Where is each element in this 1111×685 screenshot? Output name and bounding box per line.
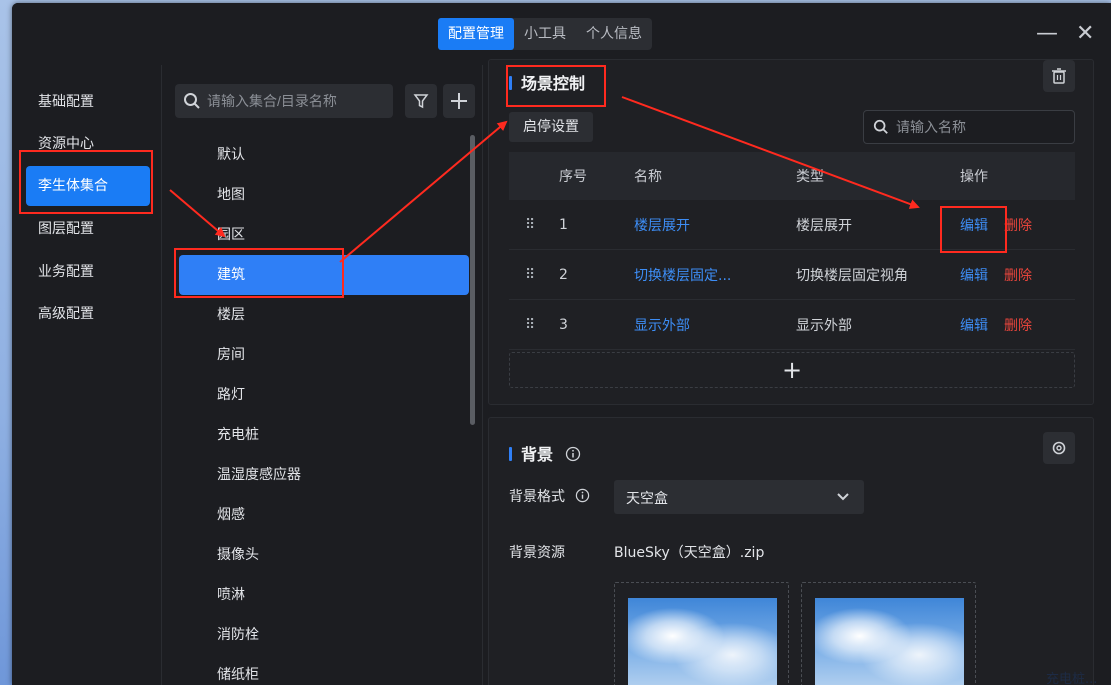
filter-button[interactable] bbox=[405, 84, 437, 118]
filter-icon bbox=[413, 94, 429, 109]
section-marker bbox=[509, 76, 512, 90]
tree-node-default[interactable]: 默认 bbox=[179, 135, 469, 175]
tree-node-map[interactable]: 地图 bbox=[179, 175, 469, 215]
add-scene-row-button[interactable]: + bbox=[509, 352, 1075, 388]
background-format-label: 背景格式 bbox=[509, 489, 565, 505]
row-index: 3 bbox=[559, 316, 568, 333]
drag-handle-icon[interactable]: ⠿ bbox=[509, 317, 559, 333]
tab-tools[interactable]: 小工具 bbox=[514, 18, 576, 50]
sidebar-item-twin-collection[interactable]: 李生体集合 bbox=[26, 166, 150, 206]
scene-control-title: 场景控制 bbox=[521, 74, 586, 93]
plus-icon: + bbox=[782, 356, 803, 384]
row-name-link[interactable]: 显示外部 bbox=[634, 315, 796, 335]
minimize-button[interactable]: — bbox=[1036, 21, 1058, 47]
search-icon bbox=[183, 92, 201, 114]
row-type: 切换楼层固定视角 bbox=[796, 267, 908, 284]
delete-link[interactable]: 删除 bbox=[1004, 265, 1032, 285]
plus-icon bbox=[451, 93, 467, 109]
scene-search-input[interactable] bbox=[896, 111, 1066, 143]
content-area: 场景控制 启停设置 序号 名称 类型 操作 ⠿ 1 bbox=[484, 59, 1111, 685]
row-ops: 编辑 删除 bbox=[960, 265, 1075, 285]
background-format-value: 天空盒 bbox=[626, 491, 668, 507]
scene-table: 序号 名称 类型 操作 ⠿ 1 楼层展开 楼层展开 编辑 删除 ⠿ 2 切换楼层… bbox=[509, 152, 1075, 350]
table-header: 序号 名称 类型 操作 bbox=[509, 152, 1075, 200]
header-index: 序号 bbox=[559, 169, 587, 185]
tree-node-camera[interactable]: 摄像头 bbox=[179, 535, 469, 575]
scene-search bbox=[863, 110, 1075, 144]
tree-node-park[interactable]: 园区 bbox=[179, 215, 469, 255]
drag-handle-icon[interactable]: ⠿ bbox=[509, 217, 559, 233]
header-type: 类型 bbox=[796, 169, 824, 185]
row-name-link[interactable]: 切换楼层固定... bbox=[634, 265, 796, 285]
sidebar-item-layer-config[interactable]: 图层配置 bbox=[26, 209, 150, 249]
tree-node-charging-pile[interactable]: 充电桩 bbox=[179, 415, 469, 455]
row-type: 楼层展开 bbox=[796, 217, 852, 234]
skybox-image bbox=[815, 598, 964, 685]
tree-node-floor[interactable]: 楼层 bbox=[179, 295, 469, 335]
tree-scrollbar[interactable] bbox=[470, 135, 475, 425]
row-index: 1 bbox=[559, 216, 568, 233]
background-resource-value: BlueSky（天空盒）.zip bbox=[614, 545, 765, 561]
chevron-down-icon bbox=[837, 493, 849, 501]
sidebar-item-business-config[interactable]: 业务配置 bbox=[26, 252, 150, 292]
skybox-image bbox=[628, 598, 777, 685]
edit-link[interactable]: 编辑 bbox=[960, 315, 988, 335]
row-ops: 编辑 删除 bbox=[960, 315, 1075, 335]
skybox-thumbnail-2[interactable] bbox=[801, 582, 976, 685]
row-ops: 编辑 删除 bbox=[960, 215, 1075, 235]
sidebar-item-basic-config[interactable]: 基础配置 bbox=[26, 82, 150, 122]
tree-node-temp-humidity-sensor[interactable]: 温湿度感应器 bbox=[179, 455, 469, 495]
close-button[interactable]: ✕ bbox=[1076, 21, 1094, 47]
collection-tree: 默认 地图 园区 建筑 楼层 房间 路灯 充电桩 温湿度感应器 烟感 摄像头 喷… bbox=[163, 65, 483, 685]
tab-personal-info[interactable]: 个人信息 bbox=[576, 18, 652, 50]
tree-node-cabinet[interactable]: 储纸柜 bbox=[179, 655, 469, 685]
search-icon bbox=[873, 119, 888, 134]
info-icon bbox=[575, 488, 590, 503]
tree-node-streetlight[interactable]: 路灯 bbox=[179, 375, 469, 415]
tree-search-input[interactable] bbox=[207, 84, 387, 118]
edit-link[interactable]: 编辑 bbox=[960, 265, 988, 285]
scene-control-panel: 场景控制 启停设置 序号 名称 类型 操作 ⠿ 1 bbox=[488, 59, 1094, 405]
taskbar-text: 充电桩... bbox=[1046, 672, 1098, 685]
sidebar-item-advanced-config[interactable]: 高级配置 bbox=[26, 294, 150, 334]
trash-icon bbox=[1052, 68, 1066, 84]
skybox-thumbnail-1[interactable] bbox=[614, 582, 789, 685]
tree-node-hydrant[interactable]: 消防栓 bbox=[179, 615, 469, 655]
background-title: 背景 bbox=[521, 445, 554, 464]
tree-node-sprinkler[interactable]: 喷淋 bbox=[179, 575, 469, 615]
sidebar-item-resource-center[interactable]: 资源中心 bbox=[26, 124, 150, 164]
tree-node-smoke-sensor[interactable]: 烟感 bbox=[179, 495, 469, 535]
background-resource-label: 背景资源 bbox=[509, 545, 565, 561]
table-row: ⠿ 2 切换楼层固定... 切换楼层固定视角 编辑 删除 bbox=[509, 250, 1075, 300]
start-stop-settings-button[interactable]: 启停设置 bbox=[509, 112, 593, 142]
sidebar: 基础配置 资源中心 李生体集合 图层配置 业务配置 高级配置 bbox=[12, 65, 162, 685]
delete-section-button[interactable] bbox=[1043, 60, 1075, 92]
delete-link[interactable]: 删除 bbox=[1004, 215, 1032, 235]
top-tabs: 配置管理 小工具 个人信息 bbox=[438, 18, 652, 50]
background-format-select[interactable]: 天空盒 bbox=[614, 480, 864, 514]
delete-link[interactable]: 删除 bbox=[1004, 315, 1032, 335]
tree-search bbox=[175, 84, 393, 118]
info-icon bbox=[565, 446, 581, 462]
table-row: ⠿ 3 显示外部 显示外部 编辑 删除 bbox=[509, 300, 1075, 350]
table-row: ⠿ 1 楼层展开 楼层展开 编辑 删除 bbox=[509, 200, 1075, 250]
title-bar: 配置管理 小工具 个人信息 — ✕ bbox=[12, 3, 1111, 65]
tree-node-room[interactable]: 房间 bbox=[179, 335, 469, 375]
edit-link[interactable]: 编辑 bbox=[960, 215, 988, 235]
tree-node-building[interactable]: 建筑 bbox=[179, 255, 469, 295]
add-collection-button[interactable] bbox=[443, 84, 475, 118]
settings-icon bbox=[1052, 441, 1066, 455]
drag-handle-icon[interactable]: ⠿ bbox=[509, 267, 559, 283]
background-settings-button[interactable] bbox=[1043, 432, 1075, 464]
header-name: 名称 bbox=[634, 169, 662, 185]
header-ops: 操作 bbox=[960, 169, 988, 185]
section-marker bbox=[509, 447, 512, 461]
row-type: 显示外部 bbox=[796, 317, 852, 334]
row-name-link[interactable]: 楼层展开 bbox=[634, 215, 796, 235]
background-panel: 背景 背景格式 天空盒 背景资源 BlueSky（天空盒）.zip bbox=[488, 417, 1094, 685]
row-index: 2 bbox=[559, 266, 568, 283]
tab-config-management[interactable]: 配置管理 bbox=[438, 18, 514, 50]
app-window: 配置管理 小工具 个人信息 — ✕ 基础配置 资源中心 李生体集合 图层配置 业… bbox=[12, 3, 1111, 685]
